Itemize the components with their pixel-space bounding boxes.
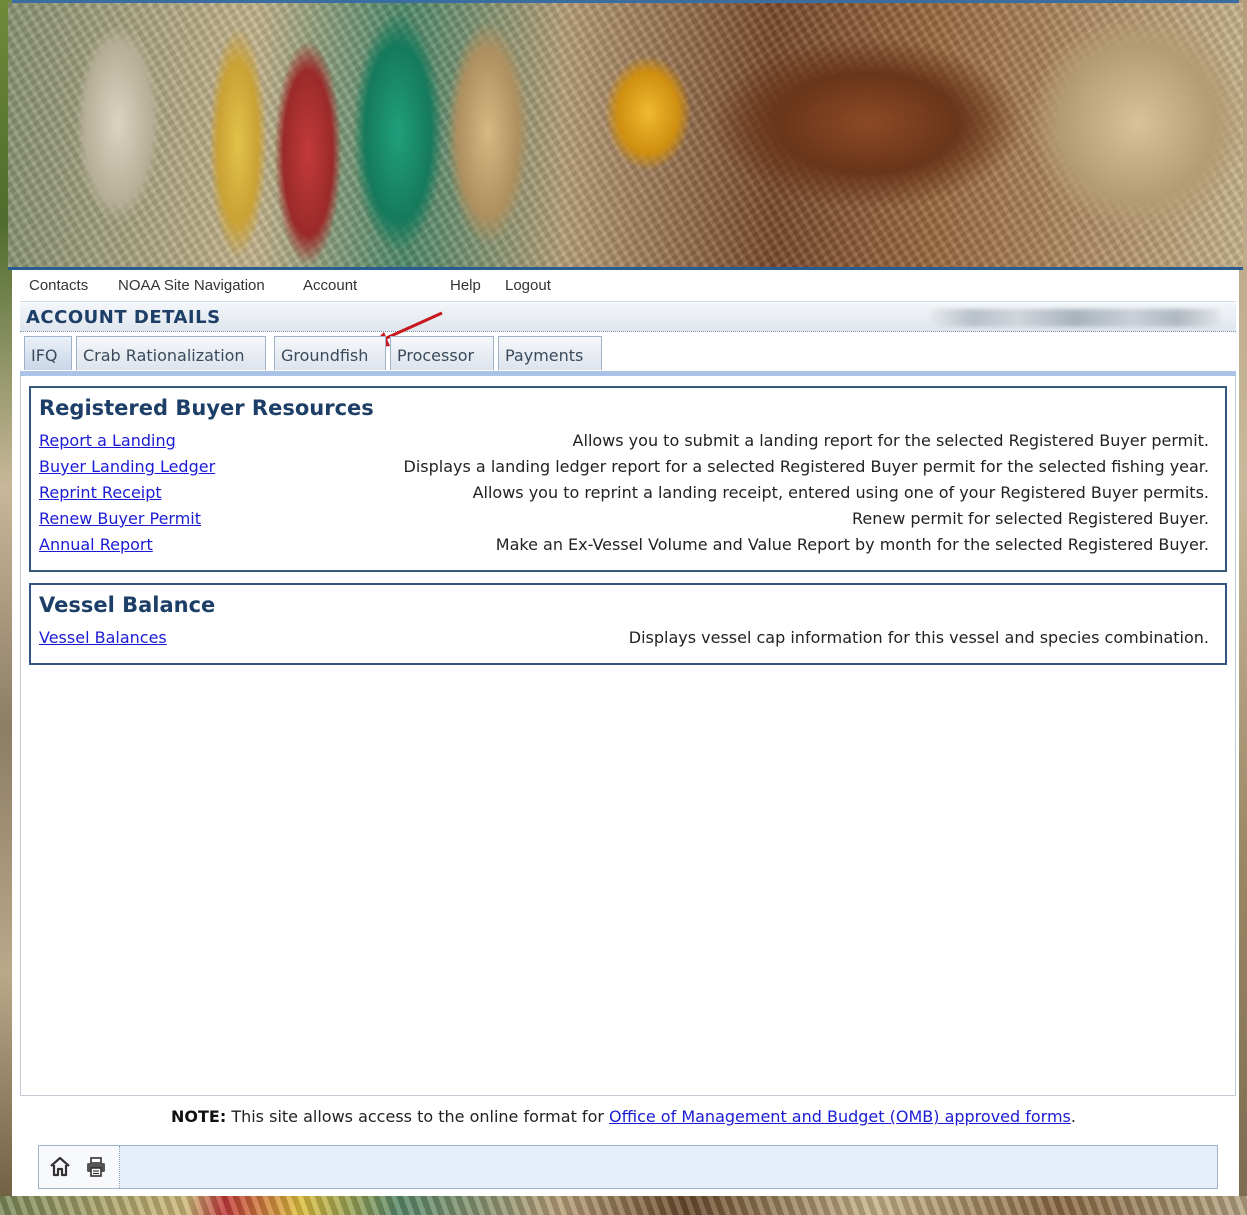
tab-payments[interactable]: Payments [498,336,602,370]
top-navigation: Contacts NOAA Site Navigation Account He… [20,271,1236,302]
tab-label: IFQ [31,346,58,365]
omb-forms-link[interactable]: Office of Management and Budget (OMB) ap… [609,1107,1071,1126]
list-item: Renew Buyer Permit Renew permit for sele… [39,509,1209,531]
tab-label: Crab Rationalization [83,346,245,365]
row-description: Displays a landing ledger report for a s… [403,457,1209,476]
vessel-balances-link[interactable]: Vessel Balances [39,628,167,647]
note-end: . [1070,1107,1076,1126]
tab-content-ifq: Registered Buyer Resources Report a Land… [20,376,1236,1096]
row-description: Make an Ex-Vessel Volume and Value Repor… [495,535,1209,554]
nav-contacts[interactable]: Contacts [29,277,88,294]
row-description: Renew permit for selected Registered Buy… [851,509,1209,528]
list-item: Vessel Balances Displays vessel cap info… [39,628,1209,650]
home-icon[interactable] [48,1155,72,1179]
nav-noaa-site-navigation[interactable]: NOAA Site Navigation [118,277,265,294]
note-label: NOTE: [171,1107,227,1126]
annual-report-link[interactable]: Annual Report [39,535,153,554]
row-description: Displays vessel cap information for this… [628,628,1209,647]
list-item: Annual Report Make an Ex-Vessel Volume a… [39,535,1209,557]
list-item: Reprint Receipt Allows you to reprint a … [39,483,1209,505]
row-description: Allows you to submit a landing report fo… [572,431,1209,450]
reprint-receipt-link[interactable]: Reprint Receipt [39,483,162,502]
nav-account[interactable]: Account [303,277,357,294]
vessel-balance-panel: Vessel Balance Vessel Balances Displays … [29,583,1227,665]
footer-note: NOTE: This site allows access to the onl… [0,1107,1247,1126]
renew-buyer-permit-link[interactable]: Renew Buyer Permit [39,509,201,528]
blurred-user-info [930,309,1220,327]
note-text: This site allows access to the online fo… [226,1107,610,1126]
buyer-landing-ledger-link[interactable]: Buyer Landing Ledger [39,457,215,476]
registered-buyer-resources-panel: Registered Buyer Resources Report a Land… [29,386,1227,572]
bottom-toolbar [38,1145,1218,1189]
report-a-landing-link[interactable]: Report a Landing [39,431,176,450]
page-title: ACCOUNT DETAILS [26,307,221,328]
toolbar-icon-group [39,1146,120,1188]
tab-processor[interactable]: Processor [390,336,494,370]
section-title: Vessel Balance [39,593,216,617]
header-banner-image [8,3,1243,270]
print-icon[interactable] [84,1155,108,1179]
tab-ifq[interactable]: IFQ [24,336,72,370]
tab-crab-rationalization[interactable]: Crab Rationalization [76,336,266,370]
tab-label: Groundfish [281,346,369,365]
account-details-header: ACCOUNT DETAILS [20,303,1236,332]
tab-label: Processor [397,346,475,365]
nav-logout[interactable]: Logout [505,277,551,294]
row-description: Allows you to reprint a landing receipt,… [472,483,1209,502]
list-item: Buyer Landing Ledger Displays a landing … [39,457,1209,479]
nav-help[interactable]: Help [450,277,481,294]
tab-groundfish[interactable]: Groundfish [274,336,386,370]
tab-label: Payments [505,346,584,365]
list-item: Report a Landing Allows you to submit a … [39,431,1209,453]
footer-banner-image [0,1196,1247,1215]
section-title: Registered Buyer Resources [39,396,374,420]
